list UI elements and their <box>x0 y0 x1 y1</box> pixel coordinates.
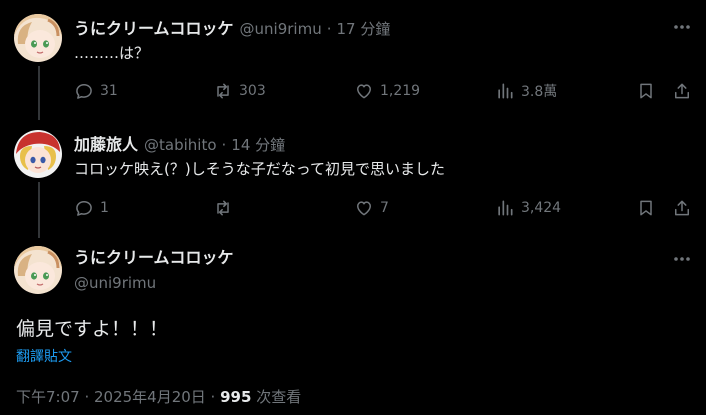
reply-button[interactable]: 1 <box>74 196 109 220</box>
more-icon <box>674 25 690 29</box>
heart-icon <box>357 84 371 99</box>
bar-chart-icon <box>498 200 513 216</box>
views-button[interactable]: 3.8萬 <box>495 79 557 103</box>
like-button[interactable]: 1,219 <box>354 79 420 103</box>
separator-dot: · <box>221 136 227 154</box>
bookmark-button[interactable] <box>636 196 656 220</box>
reply-icon <box>76 84 92 99</box>
retweet-button[interactable]: 303 <box>213 79 266 103</box>
translate-link[interactable]: 翻譯貼文 <box>16 346 72 366</box>
post-timestamp[interactable]: 下午7:07 · 2025年4月20日 · <box>16 388 220 406</box>
retweet-count: 303 <box>239 83 266 99</box>
tweet-header: うにクリームコロッケ @uni9rimu · 17 分鐘 <box>74 15 390 39</box>
timestamp[interactable]: 14 分鐘 <box>231 134 285 155</box>
reply-button[interactable]: 31 <box>74 79 118 103</box>
tweet-text: コロッケ映え(？)しそうな子だなって初見で思いました <box>74 160 445 178</box>
author-block: うにクリームコロッケ @uni9rimu <box>74 244 234 292</box>
share-button[interactable] <box>672 196 692 220</box>
username[interactable]: @uni9rimu <box>240 20 322 38</box>
heart-icon <box>357 201 371 216</box>
more-options-button[interactable] <box>672 249 692 269</box>
views-count: 995 <box>220 388 252 406</box>
retweet-icon <box>217 83 229 99</box>
action-bar: 1 7 3,424 <box>0 196 706 220</box>
tweet-metadata: 下午7:07 · 2025年4月20日 · 995 次查看 <box>16 386 301 407</box>
retweet-button[interactable] <box>213 196 239 220</box>
like-count: 1,219 <box>380 83 421 99</box>
tweet-text: ………は？ <box>74 44 150 62</box>
retweet-icon <box>217 200 229 216</box>
tweet-text: 偏見ですよ！！！ <box>16 318 169 340</box>
bar-chart-icon <box>498 83 513 99</box>
timestamp[interactable]: 17 分鐘 <box>337 18 391 39</box>
avatar[interactable] <box>14 246 62 294</box>
like-count: 7 <box>380 200 389 216</box>
display-name[interactable]: うにクリームコロッケ <box>74 244 234 268</box>
like-button[interactable]: 7 <box>354 196 389 220</box>
display-name[interactable]: 加藤旅人 <box>74 131 138 155</box>
views-label: 次查看 <box>251 388 302 406</box>
reply-count: 31 <box>100 83 118 99</box>
view-count: 3,424 <box>521 200 562 216</box>
share-icon <box>675 83 689 99</box>
action-bar: 31 303 1,219 3.8萬 <box>0 79 706 103</box>
bookmark-icon <box>640 83 652 99</box>
share-icon <box>675 200 689 216</box>
tweet-header: 加藤旅人 @tabihito · 14 分鐘 <box>74 131 285 155</box>
share-button[interactable] <box>672 79 692 103</box>
avatar[interactable] <box>14 14 62 62</box>
bookmark-icon <box>640 200 652 216</box>
bookmark-button[interactable] <box>636 79 656 103</box>
reply-count: 1 <box>100 200 109 216</box>
view-count: 3.8萬 <box>521 84 558 100</box>
reply-icon <box>76 201 92 216</box>
more-options-button[interactable] <box>672 17 692 37</box>
separator-dot: · <box>326 20 332 38</box>
views-button[interactable]: 3,424 <box>495 196 561 220</box>
username[interactable]: @tabihito <box>144 136 217 154</box>
avatar[interactable] <box>14 130 62 178</box>
username[interactable]: @uni9rimu <box>74 274 234 292</box>
display-name[interactable]: うにクリームコロッケ <box>74 15 234 39</box>
more-icon <box>674 257 690 261</box>
